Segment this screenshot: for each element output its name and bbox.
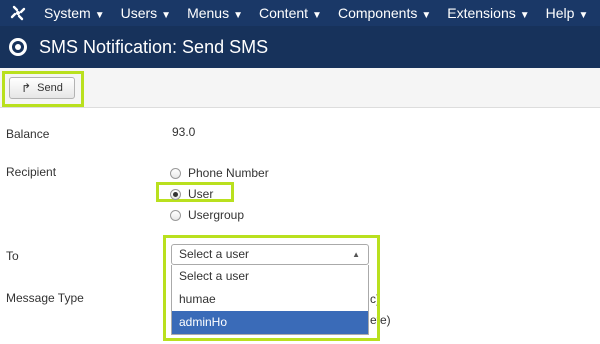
recipient-label: Recipient (6, 165, 57, 179)
radio-phone-number[interactable] (170, 167, 181, 179)
radio-phone-number-label: Phone Number (188, 166, 269, 180)
caret-up-icon: ▲ (352, 250, 360, 259)
user-option-highlighted[interactable]: adminHo (172, 311, 368, 334)
joomla-logo-icon[interactable] (0, 0, 36, 26)
menu-help[interactable]: Help ▼ (538, 0, 597, 26)
radio-usergroup[interactable] (170, 209, 181, 221)
page-title: SMS Notification: Send SMS (39, 36, 269, 57)
menu-extensions[interactable]: Extensions ▼ (439, 0, 537, 26)
top-menu-bar: System ▼ Users ▼ Menus ▼ Content ▼ Component… (0, 0, 600, 26)
recipient-option-user[interactable]: User (170, 187, 213, 201)
send-button-label: Send (37, 82, 63, 94)
user-select[interactable]: Select a user ▲ (171, 244, 369, 265)
title-bar: SMS Notification: Send SMS (0, 26, 600, 68)
user-option[interactable]: Select a user (172, 265, 368, 288)
recipient-option-phone[interactable]: Phone Number (170, 166, 269, 180)
radio-usergroup-label: Usergroup (188, 208, 245, 222)
menu-menus[interactable]: Menus ▼ (179, 0, 251, 26)
menu-system[interactable]: System ▼ (36, 0, 113, 26)
balance-value: 93.0 (172, 125, 196, 139)
user-select-dropdown: Select a user humae adminHo (171, 265, 369, 335)
balance-label: Balance (6, 127, 50, 141)
user-option[interactable]: humae (172, 288, 368, 311)
user-select-value: Select a user (179, 247, 250, 261)
to-label: To (6, 249, 19, 263)
recipient-option-usergroup[interactable]: Usergroup (170, 208, 244, 222)
radio-user-label: User (188, 187, 214, 201)
menu-content[interactable]: Content ▼ (251, 0, 330, 26)
radio-user[interactable] (170, 188, 181, 200)
component-icon (9, 38, 27, 56)
message-type-label: Message Type (6, 291, 84, 305)
menu-users[interactable]: Users ▼ (113, 0, 179, 26)
send-button[interactable]: ↱ Send (9, 77, 75, 99)
send-arrow-icon: ↱ (21, 81, 32, 95)
menu-components[interactable]: Components ▼ (330, 0, 439, 26)
toolbar (0, 68, 600, 108)
